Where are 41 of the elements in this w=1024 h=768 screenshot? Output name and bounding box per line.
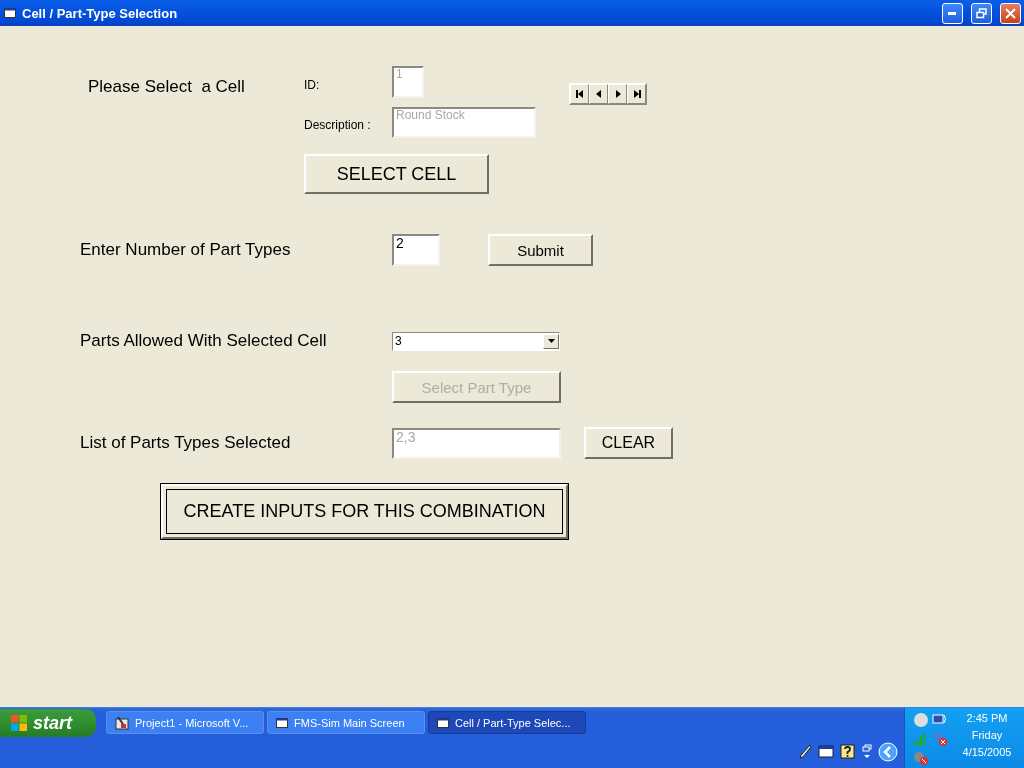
close-icon xyxy=(1005,7,1016,19)
field-label: Enter Number of Part Types xyxy=(80,240,291,259)
clock-time: 2:45 PM xyxy=(966,712,1008,724)
parts-dropdown[interactable]: 3 xyxy=(392,331,560,351)
clear-button[interactable]: CLEAR xyxy=(584,427,673,459)
restore-button[interactable] xyxy=(971,2,992,24)
start-button[interactable]: start xyxy=(0,709,96,737)
minimize-icon xyxy=(948,11,957,15)
window-title: Cell / Part-Type Selection xyxy=(22,5,179,21)
field-label: List of Parts Types Selected xyxy=(80,433,291,452)
taskbar-button[interactable]: Project1 - Microsoft V... xyxy=(106,711,264,734)
part-types-field[interactable]: 2 xyxy=(392,234,440,266)
screen-icon[interactable] xyxy=(818,744,834,760)
restore-icon xyxy=(976,7,987,19)
restore-down-icon[interactable] xyxy=(862,744,872,760)
first-record-icon[interactable] xyxy=(570,84,589,104)
taskbar-button[interactable]: FMS-Sim Main Screen xyxy=(267,711,425,734)
network-error-icon[interactable] xyxy=(932,731,948,747)
clock-date: 4/15/2005 xyxy=(962,746,1012,758)
window-icon xyxy=(4,8,16,18)
close-button[interactable] xyxy=(1000,2,1021,24)
last-record-icon[interactable] xyxy=(627,84,646,104)
section-label: Please Select a Cell xyxy=(88,77,245,96)
field-label: Parts Allowed With Selected Cell xyxy=(80,331,327,350)
pen-icon[interactable] xyxy=(798,744,812,760)
clock-day: Friday xyxy=(971,729,1003,741)
expand-tray-icon[interactable] xyxy=(878,742,898,762)
windows-flag-icon xyxy=(10,714,28,732)
field-label: Description : xyxy=(304,118,371,132)
minimize-button[interactable] xyxy=(942,2,963,24)
next-record-icon[interactable] xyxy=(608,84,627,104)
help-icon[interactable] xyxy=(840,744,856,760)
select-cell-button[interactable]: SELECT CELL xyxy=(304,154,489,194)
taskbar-button[interactable]: Cell / Part-Type Selec... xyxy=(428,711,586,734)
field-label: ID: xyxy=(304,78,320,92)
window-icon xyxy=(276,717,288,728)
create-inputs-button[interactable]: CREATE INPUTS FOR THIS COMBINATION xyxy=(161,484,568,539)
window-icon xyxy=(437,717,449,728)
program-icon xyxy=(115,715,129,730)
previous-record-icon[interactable] xyxy=(589,84,608,104)
submit-button[interactable]: Submit xyxy=(488,234,593,266)
